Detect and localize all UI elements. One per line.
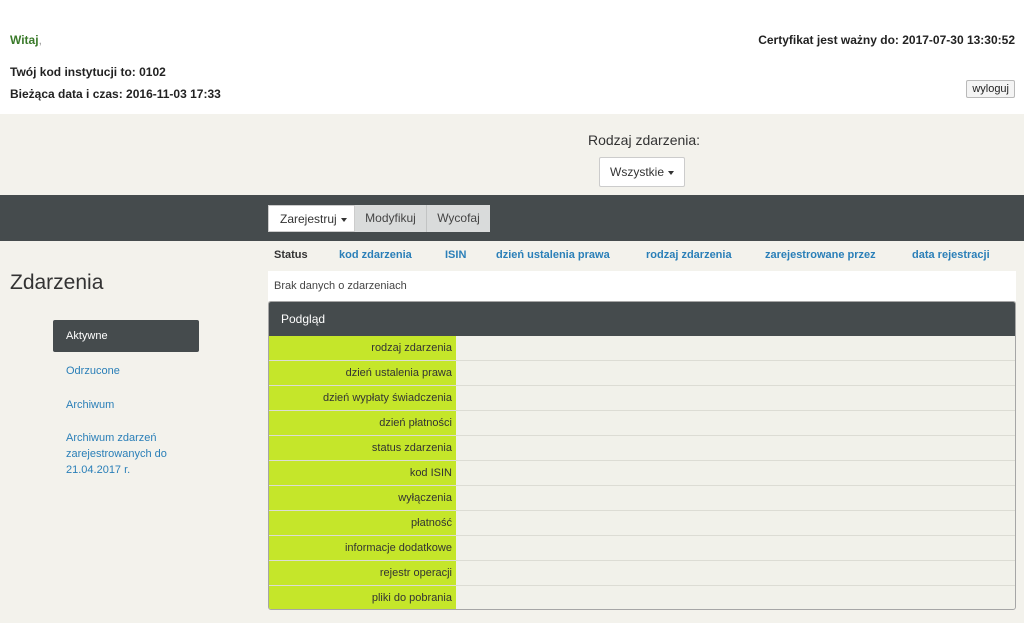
preview-field-value [456, 361, 1015, 385]
column-header-record-date[interactable]: dzień ustalenia prawa [496, 249, 610, 261]
page-header: Witaj, Twój kod instytucji to: 0102 Bież… [0, 0, 1024, 114]
preview-field-label: dzień ustalenia prawa [269, 361, 456, 385]
sidebar-item-archive[interactable]: Archiwum [66, 397, 186, 413]
preview-field-label: rodzaj zdarzenia [269, 336, 456, 360]
preview-field-label: dzień wypłaty świadczenia [269, 386, 456, 410]
logout-button[interactable]: wyloguj [966, 80, 1015, 98]
preview-field-label: informacje dodatkowe [269, 536, 456, 560]
welcome-text: Witaj, [10, 33, 42, 47]
register-button[interactable]: Zarejestruj [268, 205, 355, 232]
event-type-label: Rodzaj zdarzenia: [588, 132, 701, 148]
preview-field-value [456, 386, 1015, 410]
preview-field-value [456, 511, 1015, 535]
preview-row: dzień wypłaty świadczenia [269, 386, 1015, 411]
preview-field-label: kod ISIN [269, 461, 456, 485]
preview-row: dzień ustalenia prawa [269, 361, 1015, 386]
section-title: Zdarzenia [10, 271, 104, 294]
column-header-event-type[interactable]: rodzaj zdarzenia [646, 249, 732, 261]
modify-button[interactable]: Modyfikuj [355, 205, 426, 232]
preview-field-value [456, 561, 1015, 585]
preview-field-value [456, 461, 1015, 485]
preview-field-label: płatność [269, 511, 456, 535]
preview-row: rodzaj zdarzenia [269, 336, 1015, 361]
sidebar-item-rejected[interactable]: Odrzucone [66, 363, 186, 379]
event-type-dropdown[interactable]: Wszystkie [599, 157, 685, 187]
preview-field-value [456, 411, 1015, 435]
column-header-event-code[interactable]: kod zdarzenia [339, 249, 412, 261]
preview-field-label: rejestr operacji [269, 561, 456, 585]
preview-row: płatność [269, 511, 1015, 536]
preview-field-value [456, 586, 1015, 609]
withdraw-button[interactable]: Wycofaj [426, 205, 490, 232]
caret-down-icon [668, 170, 674, 175]
preview-row: informacje dodatkowe [269, 536, 1015, 561]
certificate-expiry: Certyfikat jest ważny do: 2017-07-30 13:… [758, 33, 1015, 47]
event-type-selected: Wszystkie [610, 165, 664, 179]
institution-code: Twój kod instytucji to: 0102 [10, 65, 166, 79]
action-toolbar: Zarejestruj Modyfikuj Wycofaj [0, 195, 1024, 241]
empty-table-message: Brak danych o zdarzeniach [268, 271, 1016, 301]
column-header-registration-date[interactable]: data rejestracji [912, 249, 990, 261]
sidebar-item-active[interactable]: Aktywne [53, 320, 199, 352]
preview-field-label: dzień płatności [269, 411, 456, 435]
preview-row: status zdarzenia [269, 436, 1015, 461]
caret-down-icon [340, 217, 347, 222]
preview-field-value [456, 536, 1015, 560]
preview-field-label: wyłączenia [269, 486, 456, 510]
preview-row: pliki do pobrania [269, 586, 1015, 609]
preview-row: dzień płatności [269, 411, 1015, 436]
current-datetime: Bieżąca data i czas: 2016-11-03 17:33 [10, 87, 221, 101]
column-header-isin[interactable]: ISIN [445, 249, 466, 261]
preview-field-value [456, 486, 1015, 510]
column-header-status: Status [274, 249, 308, 261]
sidebar-item-archive-old[interactable]: Archiwum zdarzeń zarejestrowanych do 21.… [66, 430, 186, 478]
preview-row: wyłączenia [269, 486, 1015, 511]
preview-field-label: pliki do pobrania [269, 586, 456, 609]
preview-title: Podgląd [269, 302, 1015, 336]
preview-field-label: status zdarzenia [269, 436, 456, 460]
preview-row: kod ISIN [269, 461, 1015, 486]
preview-field-value [456, 336, 1015, 360]
column-header-registered-by[interactable]: zarejestrowane przez [765, 249, 876, 261]
preview-field-value [456, 436, 1015, 460]
preview-panel: Podgląd rodzaj zdarzenia dzień ustalenia… [268, 301, 1016, 610]
preview-row: rejestr operacji [269, 561, 1015, 586]
